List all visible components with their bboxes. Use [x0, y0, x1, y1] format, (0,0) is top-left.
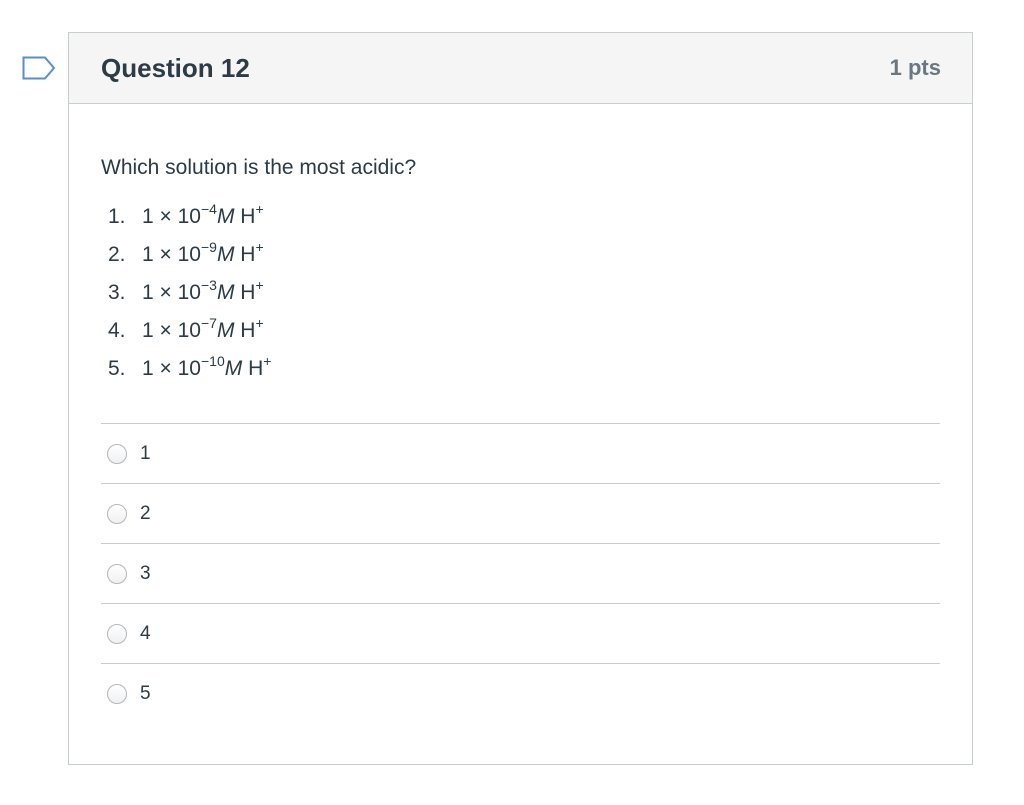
- option-exponent: −4: [200, 201, 217, 217]
- option-ion: H: [242, 357, 264, 380]
- question-header: Question 12 1 pts: [69, 33, 972, 104]
- answer-label[interactable]: 1: [140, 443, 151, 465]
- answer-option-5[interactable]: 5: [101, 664, 940, 723]
- question-text: Which solution is the most acidic?: [101, 156, 417, 179]
- answer-label[interactable]: 5: [140, 683, 151, 705]
- question-points: 1 pts: [889, 55, 941, 80]
- radio-unchecked-icon[interactable]: [107, 683, 127, 704]
- option-number: 2.: [108, 243, 126, 266]
- option-number: 5.: [108, 357, 126, 380]
- option-coefficient: 1 × 10: [142, 357, 201, 380]
- option-item: 5. 1 × 10−10M H+: [101, 350, 940, 388]
- option-unit: M: [224, 357, 243, 380]
- option-coefficient: 1 × 10: [142, 319, 201, 342]
- option-charge: +: [255, 277, 264, 293]
- answer-list: 1 2 3 4 5: [101, 423, 940, 723]
- radio-unchecked-icon[interactable]: [107, 563, 127, 584]
- radio-unchecked-icon[interactable]: [107, 503, 127, 524]
- option-ion: H: [234, 319, 256, 342]
- option-item: 3. 1 × 10−3M H+: [101, 274, 940, 312]
- option-coefficient: 1 × 10: [142, 281, 201, 304]
- option-exponent: −3: [200, 277, 217, 293]
- option-exponent: −10: [200, 353, 225, 369]
- question-title: Question 12: [101, 52, 250, 83]
- option-item: 4. 1 × 10−7M H+: [101, 312, 940, 350]
- radio-unchecked-icon[interactable]: [107, 623, 127, 644]
- option-unit: M: [216, 319, 235, 342]
- option-unit: M: [216, 205, 235, 228]
- flag-question-icon[interactable]: [22, 56, 56, 80]
- option-unit: M: [216, 281, 235, 304]
- answer-option-2[interactable]: 2: [101, 484, 940, 544]
- answer-option-1[interactable]: 1: [101, 424, 940, 484]
- question-card: Question 12 1 pts Which solution is the …: [68, 32, 973, 765]
- option-number: 3.: [108, 281, 126, 304]
- option-ion: H: [234, 281, 256, 304]
- option-ion: H: [234, 243, 256, 266]
- option-charge: +: [255, 315, 264, 331]
- answer-label[interactable]: 4: [140, 623, 151, 645]
- option-charge: +: [255, 201, 264, 217]
- option-exponent: −7: [200, 315, 217, 331]
- option-charge: +: [255, 239, 264, 255]
- option-item: 1. 1 × 10−4M H+: [101, 198, 940, 236]
- option-number: 1.: [108, 205, 126, 228]
- answer-label[interactable]: 2: [140, 503, 151, 525]
- option-coefficient: 1 × 10: [142, 205, 201, 228]
- option-item: 2. 1 × 10−9M H+: [101, 236, 940, 274]
- radio-unchecked-icon[interactable]: [107, 443, 127, 464]
- option-list: 1. 1 × 10−4M H+ 2. 1 × 10−9M H+ 3. 1 × 10−3…: [101, 198, 940, 388]
- option-unit: M: [216, 243, 235, 266]
- answer-option-4[interactable]: 4: [101, 604, 940, 664]
- option-ion: H: [234, 205, 256, 228]
- answer-option-3[interactable]: 3: [101, 544, 940, 604]
- question-body: Which solution is the most acidic? 1. 1 ×…: [69, 104, 972, 723]
- option-coefficient: 1 × 10: [142, 243, 201, 266]
- option-number: 4.: [108, 319, 126, 342]
- answer-label[interactable]: 3: [140, 563, 151, 585]
- option-exponent: −9: [200, 239, 217, 255]
- option-charge: +: [263, 353, 272, 369]
